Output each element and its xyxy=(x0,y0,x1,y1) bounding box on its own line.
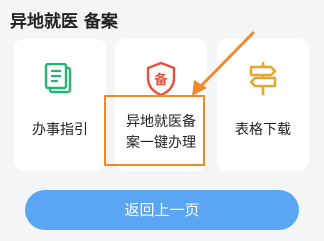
section-title: 异地就医 备案 xyxy=(10,12,118,32)
signpost-icon xyxy=(249,61,277,96)
highlight-box xyxy=(104,95,205,166)
shield-badge-icon: 备 xyxy=(146,61,176,97)
card-guide-label: 办事指引 xyxy=(32,122,88,138)
shield-badge-char: 备 xyxy=(153,72,168,88)
card-form-download[interactable]: 表格下载 xyxy=(217,39,309,171)
document-list-icon xyxy=(44,63,72,94)
card-download-label: 表格下载 xyxy=(235,122,291,138)
back-button[interactable]: 返回上一页 xyxy=(25,190,299,230)
card-guide[interactable]: 办事指引 xyxy=(14,39,106,171)
